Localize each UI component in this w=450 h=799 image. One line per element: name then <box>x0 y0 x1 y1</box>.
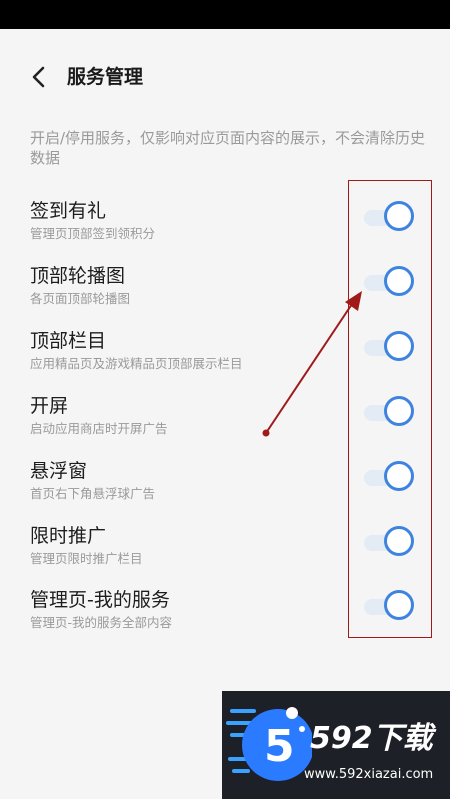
service-title: 签到有礼 <box>30 200 107 222</box>
toggle-knob <box>384 331 414 361</box>
service-item-signin: 签到有礼 管理页顶部签到领积分 <box>0 196 450 260</box>
service-toggle[interactable] <box>364 526 416 558</box>
service-title: 开屏 <box>30 395 69 417</box>
service-toggle[interactable] <box>364 461 416 493</box>
watermark-url: www.592xiazai.com <box>304 767 434 782</box>
service-item-my-services: 管理页-我的服务 管理页-我的服务全部内容 <box>0 585 450 649</box>
toggle-knob <box>384 396 414 426</box>
service-item-limited-promo: 限时推广 管理页限时推广栏目 <box>0 521 450 585</box>
service-title: 顶部栏目 <box>30 330 107 352</box>
service-item-splash: 开屏 启动应用商店时开屏广告 <box>0 391 450 455</box>
service-toggle[interactable] <box>364 396 416 428</box>
toggle-knob <box>384 461 414 491</box>
svg-text:5: 5 <box>264 721 295 772</box>
service-item-floating-window: 悬浮窗 首页右下角悬浮球广告 <box>0 456 450 520</box>
back-button[interactable] <box>26 63 54 91</box>
service-toggle[interactable] <box>364 590 416 622</box>
chevron-left-icon <box>32 66 45 88</box>
logo-mark-icon: 5 <box>226 707 312 781</box>
service-subtitle: 管理页-我的服务全部内容 <box>30 615 173 630</box>
header: 服务管理 <box>0 29 450 125</box>
service-subtitle: 应用精品页及游戏精品页顶部展示栏目 <box>30 356 243 371</box>
service-title: 顶部轮播图 <box>30 265 126 287</box>
watermark-logo: 5 592下载 www.592xiazai.com <box>222 691 450 799</box>
toggle-knob <box>384 590 414 620</box>
page-title: 服务管理 <box>67 66 144 88</box>
service-title: 悬浮窗 <box>30 460 88 482</box>
toggle-knob <box>384 526 414 556</box>
service-subtitle: 各页面顶部轮播图 <box>30 291 131 306</box>
service-subtitle: 管理页限时推广栏目 <box>30 551 143 566</box>
service-toggle[interactable] <box>364 201 416 233</box>
service-item-top-columns: 顶部栏目 应用精品页及游戏精品页顶部展示栏目 <box>0 326 450 390</box>
toggle-knob <box>384 266 414 296</box>
service-toggle[interactable] <box>364 331 416 363</box>
service-subtitle: 启动应用商店时开屏广告 <box>30 421 168 436</box>
service-toggle[interactable] <box>364 266 416 298</box>
service-title: 限时推广 <box>30 525 107 547</box>
page-description: 开启/停用服务，仅影响对应页面内容的展示，不会清除历史数据 <box>30 129 426 167</box>
toggle-knob <box>384 201 414 231</box>
service-title: 管理页-我的服务 <box>30 589 170 611</box>
service-subtitle: 首页右下角悬浮球广告 <box>30 486 156 501</box>
watermark-brand: 592下载 <box>310 721 433 756</box>
status-bar <box>0 0 450 29</box>
service-item-banner: 顶部轮播图 各页面顶部轮播图 <box>0 261 450 325</box>
service-subtitle: 管理页顶部签到领积分 <box>30 226 156 241</box>
